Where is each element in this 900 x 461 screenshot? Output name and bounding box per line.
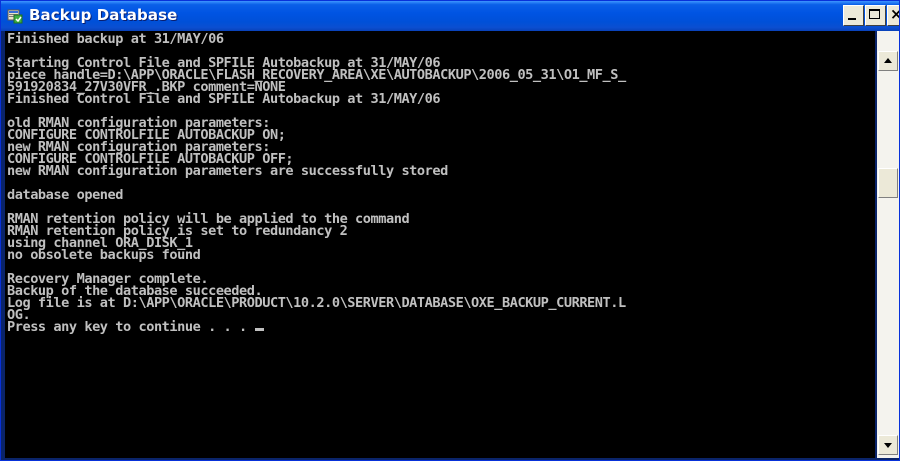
scrollbar-thumb[interactable]: [878, 168, 898, 198]
close-button[interactable]: ×: [887, 5, 899, 26]
arrow-up-icon: [884, 58, 892, 63]
console-line: Finished Control File and SPFILE Autobac…: [7, 91, 441, 107]
console-line: Log file is at D:\APP\ORACLE\PRODUCT\10.…: [7, 295, 626, 311]
console-line: Press any key to continue . . .: [7, 319, 255, 335]
console-line: new RMAN configuration parameters are su…: [7, 163, 448, 179]
vertical-scrollbar[interactable]: [877, 31, 899, 458]
console-line: database opened: [7, 187, 124, 203]
window-title: Backup Database: [29, 6, 178, 24]
maximize-button[interactable]: [865, 5, 886, 26]
title-bar[interactable]: Backup Database ×: [1, 1, 899, 31]
scroll-up-button[interactable]: [878, 51, 898, 71]
console-line: no obsolete backups found: [7, 247, 201, 263]
close-icon: ×: [890, 5, 899, 23]
console-line: Finished backup at 31/MAY/06: [7, 31, 224, 47]
database-backup-icon: [7, 9, 23, 24]
console-output[interactable]: Finished backup at 31/MAY/06 Starting Co…: [5, 31, 875, 458]
text-cursor: [254, 328, 264, 331]
arrow-down-icon: [884, 443, 892, 448]
console-window: Backup Database × Finished backup at 31/…: [0, 0, 900, 461]
maximize-icon: [869, 9, 880, 19]
minimize-icon: [848, 18, 856, 20]
console-text: Finished backup at 31/MAY/06 Starting Co…: [7, 31, 626, 335]
minimize-button[interactable]: [843, 5, 864, 26]
scroll-down-button[interactable]: [878, 435, 898, 455]
